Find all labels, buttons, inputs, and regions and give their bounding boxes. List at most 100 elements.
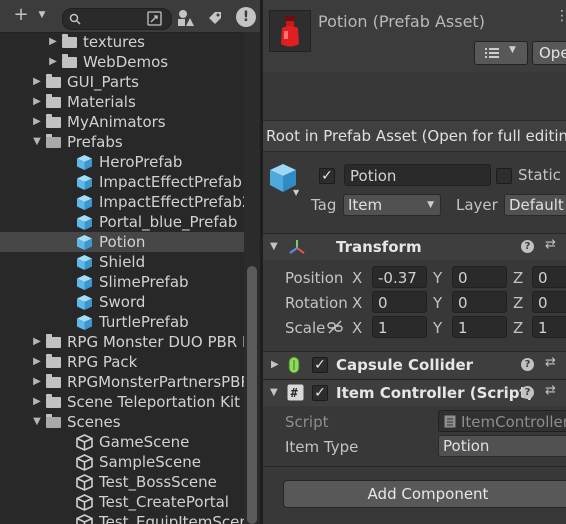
prefab-icon — [77, 255, 92, 270]
y-axis-label[interactable]: Y — [433, 269, 442, 287]
tag-dropdown[interactable]: Item ▼ — [343, 194, 441, 216]
prefab-item[interactable]: ImpactEffectPrefab — [0, 172, 244, 192]
folder-item[interactable]: ▶ RPG Pack — [0, 352, 244, 372]
help-icon[interactable]: ? — [521, 386, 534, 399]
prefab-item[interactable]: ImpactEffectPrefab2 — [0, 192, 251, 212]
scene-item[interactable]: GameScene — [0, 432, 244, 452]
collapsed-arrow-icon[interactable]: ▶ — [31, 332, 43, 352]
add-component-button[interactable]: Add Component — [283, 480, 566, 508]
help-icon[interactable]: ? — [521, 358, 534, 371]
y-axis-label[interactable]: Y — [433, 294, 442, 312]
scene-item[interactable]: SampleScene — [0, 452, 244, 472]
expanded-arrow-icon[interactable]: ▼ — [31, 132, 43, 152]
filter-by-type-icon[interactable] — [177, 9, 195, 27]
presets-icon[interactable]: ⇄ — [545, 237, 556, 252]
capsule-collider-enabled-checkbox[interactable]: ✓ — [312, 357, 328, 373]
scale-z-field[interactable]: 1 — [532, 316, 566, 338]
presets-icon[interactable]: ⇄ — [545, 383, 556, 398]
prefab-item[interactable]: Shield — [0, 252, 244, 272]
z-axis-label[interactable]: Z — [513, 319, 523, 337]
scale-y-field[interactable]: 1 — [452, 316, 507, 338]
prefab-icon — [77, 195, 92, 210]
folder-item[interactable]: ▶ textures — [0, 32, 244, 52]
create-dropdown-icon[interactable]: ▼ — [36, 4, 48, 26]
constrain-proportions-icon[interactable] — [327, 320, 343, 334]
object-name-field[interactable]: Potion — [344, 164, 491, 186]
project-scrollbar-thumb[interactable] — [247, 266, 257, 524]
item-controller-enabled-checkbox[interactable]: ✓ — [312, 385, 328, 401]
help-icon[interactable]: ? — [521, 240, 534, 253]
collapsed-arrow-icon[interactable]: ▶ — [31, 392, 43, 412]
folder-icon — [46, 334, 61, 348]
collapsed-arrow-icon[interactable]: ▶ — [31, 92, 43, 112]
item-label: WebDemos — [83, 53, 169, 71]
collapsed-arrow-icon[interactable]: ▶ — [31, 112, 43, 132]
prefab-options-button[interactable]: ▼ — [474, 41, 528, 65]
item-label: textures — [83, 33, 145, 51]
folder-item[interactable]: ▶ Materials — [0, 92, 244, 112]
prefab-icon — [77, 295, 92, 310]
position-z-field[interactable]: 0 — [532, 266, 566, 288]
prefab-item[interactable]: TurtlePrefab — [0, 312, 244, 332]
filter-by-label-icon[interactable] — [207, 10, 223, 26]
hidden-packages-icon[interactable]: ! — [236, 7, 256, 27]
icon-dropdown-chevron-icon[interactable]: ▼ — [293, 188, 299, 197]
transform-header[interactable]: ▼ Transform ? ⇄ — [263, 233, 566, 260]
prefab-item[interactable]: Potion — [0, 232, 244, 252]
rotation-x-field[interactable]: 0 — [372, 291, 427, 313]
scene-item[interactable]: Test_CreatePortal — [0, 492, 244, 512]
z-axis-label[interactable]: Z — [513, 269, 523, 287]
search-by-type-icon[interactable] — [147, 11, 162, 26]
folder-item[interactable]: ▶ MyAnimators — [0, 112, 244, 132]
collapsed-arrow-icon[interactable]: ▶ — [31, 372, 43, 392]
y-axis-label[interactable]: Y — [433, 319, 442, 337]
position-y-field[interactable]: 0 — [452, 266, 507, 288]
create-button[interactable]: + — [10, 4, 32, 26]
item-label: Test_EquipItemScene — [99, 513, 259, 524]
scale-x-field[interactable]: 1 — [372, 316, 427, 338]
collapse-arrow-icon[interactable]: ▼ — [270, 234, 278, 260]
rotation-z-field[interactable]: 0 — [532, 291, 566, 313]
script-field[interactable]: ItemController — [438, 410, 566, 432]
more-options-icon[interactable]: ⋮ — [555, 8, 566, 24]
collapsed-arrow-icon[interactable]: ▶ — [47, 32, 59, 52]
scene-item[interactable]: Test_BossScene — [0, 472, 244, 492]
prefab-item[interactable]: HeroPrefab — [0, 152, 244, 172]
folder-item[interactable]: ▶ Scene Teleportation Kit — [0, 392, 244, 412]
item-type-dropdown[interactable]: Potion — [438, 435, 566, 457]
prefab-item[interactable]: Sword — [0, 292, 244, 312]
layer-dropdown[interactable]: Default — [504, 194, 566, 216]
rotation-y-field[interactable]: 0 — [452, 291, 507, 313]
expanded-arrow-icon[interactable]: ▼ — [31, 412, 43, 432]
prefab-item[interactable]: Portal_blue_Prefab — [0, 212, 244, 232]
capsule-collider-header[interactable]: ▶ ✓ Capsule Collider ? ⇄ — [263, 351, 566, 378]
prefab-item[interactable]: SlimePrefab — [0, 272, 244, 292]
expand-arrow-icon[interactable]: ▶ — [271, 352, 279, 378]
item-label: HeroPrefab — [99, 153, 183, 171]
folder-item[interactable]: ▶ RPG Monster DUO PBR P — [0, 332, 251, 352]
folder-item[interactable]: ▼ Prefabs — [0, 132, 244, 152]
collapsed-arrow-icon[interactable]: ▶ — [47, 52, 59, 72]
x-axis-label[interactable]: X — [352, 269, 362, 287]
active-checkbox[interactable]: ✓ — [319, 168, 335, 184]
collapsed-arrow-icon[interactable]: ▶ — [31, 72, 43, 92]
folder-item[interactable]: ▶ WebDemos — [0, 52, 244, 72]
item-label: RPGMonsterPartnersPBR — [67, 373, 251, 391]
layer-value: Default — [509, 196, 564, 214]
position-x-field[interactable]: -0.37 — [372, 266, 427, 288]
collapse-arrow-icon[interactable]: ▼ — [270, 380, 278, 406]
scene-icon — [76, 514, 93, 524]
scene-item[interactable]: Test_EquipItemScene — [0, 512, 258, 524]
folder-item[interactable]: ▶ RPGMonsterPartnersPBR — [0, 372, 251, 392]
open-prefab-button[interactable]: Ope — [532, 41, 566, 65]
folder-item[interactable]: ▼ Scenes — [0, 412, 244, 432]
static-checkbox[interactable] — [496, 168, 512, 184]
collapsed-arrow-icon[interactable]: ▶ — [31, 352, 43, 372]
z-axis-label[interactable]: Z — [513, 294, 523, 312]
x-axis-label[interactable]: X — [352, 294, 362, 312]
presets-icon[interactable]: ⇄ — [545, 355, 556, 370]
item-controller-header[interactable]: ▼ # ✓ Item Controller (Script) ? ⇄ — [263, 379, 566, 406]
folder-item[interactable]: ▶ GUI_Parts — [0, 72, 244, 92]
item-label: Test_CreatePortal — [99, 493, 229, 511]
x-axis-label[interactable]: X — [352, 319, 362, 337]
